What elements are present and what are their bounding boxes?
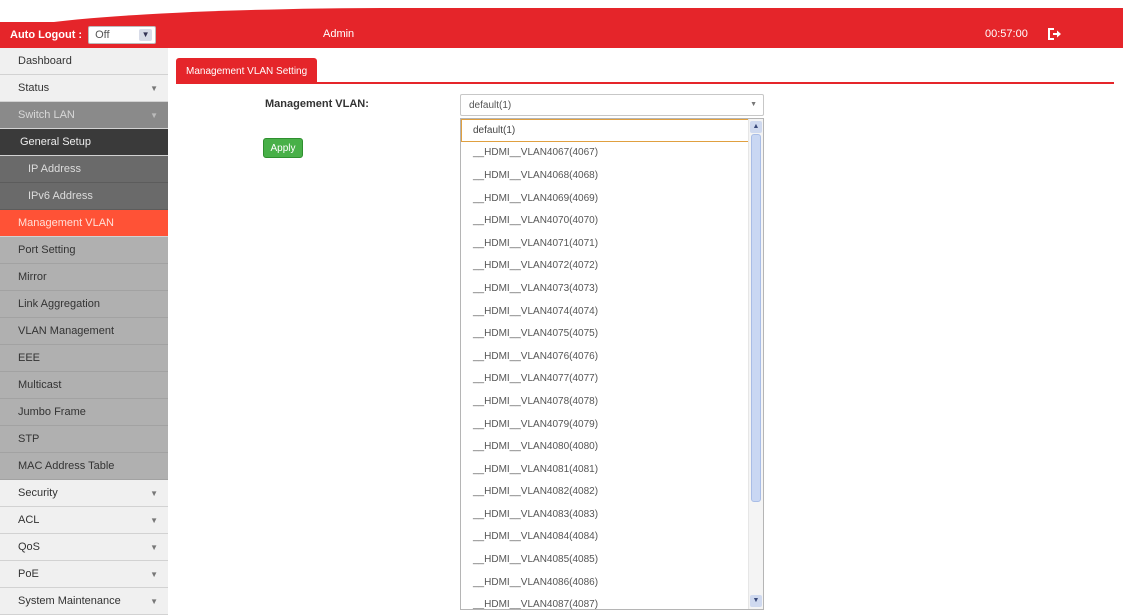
sidebar-item-stp[interactable]: STP bbox=[0, 426, 168, 453]
sidebar-item-dashboard[interactable]: Dashboard bbox=[0, 48, 168, 75]
dropdown-option[interactable]: __HDMI__VLAN4084(4084) bbox=[461, 526, 749, 549]
sidebar-item-link-aggregation[interactable]: Link Aggregation bbox=[0, 291, 168, 318]
auto-logout-label: Auto Logout : bbox=[10, 29, 83, 41]
session-timer: 00:57:00 bbox=[985, 28, 1028, 40]
sidebar-item-acl[interactable]: ACL ▼ bbox=[0, 507, 168, 534]
sidebar-item-vlan-management[interactable]: VLAN Management bbox=[0, 318, 168, 345]
user-name: Admin bbox=[323, 28, 355, 40]
chevron-down-icon: ▼ bbox=[150, 597, 158, 606]
sidebar-item-mirror[interactable]: Mirror bbox=[0, 264, 168, 291]
sidebar-item-jumbo-frame[interactable]: Jumbo Frame bbox=[0, 399, 168, 426]
sidebar-item-ip-address[interactable]: IP Address bbox=[0, 156, 168, 183]
sidebar-item-label: IP Address bbox=[28, 163, 81, 175]
sidebar-item-label: System Maintenance bbox=[18, 595, 121, 607]
header-bar: Auto Logout : Off ▼ Admin 00:57:00 bbox=[0, 8, 1123, 48]
sidebar-item-management-vlan[interactable]: Management VLAN bbox=[0, 210, 168, 237]
dropdown-option[interactable]: __HDMI__VLAN4068(4068) bbox=[461, 164, 749, 187]
dropdown-option[interactable]: __HDMI__VLAN4086(4086) bbox=[461, 571, 749, 594]
sidebar-item-label: EEE bbox=[18, 352, 41, 364]
dropdown-scrollbar[interactable]: ▲ ▼ bbox=[748, 119, 763, 609]
dropdown-option[interactable]: __HDMI__VLAN4076(4076) bbox=[461, 345, 749, 368]
sidebar: Dashboard Status ▼ Switch LAN ▼ General Setup… bbox=[0, 48, 168, 615]
dropdown-options: default(1) __HDMI__VLAN4067(4067) __HDMI__… bbox=[461, 119, 749, 609]
sidebar-item-status[interactable]: Status ▼ bbox=[0, 75, 168, 102]
chevron-down-icon: ▼ bbox=[150, 84, 158, 93]
sidebar-item-label: STP bbox=[18, 433, 40, 445]
dropdown-option[interactable]: __HDMI__VLAN4069(4069) bbox=[461, 187, 749, 210]
management-vlan-dropdown-list: default(1) __HDMI__VLAN4067(4067) __HDMI__… bbox=[460, 118, 764, 610]
sidebar-item-mac-address-table[interactable]: MAC Address Table bbox=[0, 453, 168, 480]
sidebar-item-label: Multicast bbox=[18, 379, 62, 391]
sidebar-item-label: General Setup bbox=[20, 136, 91, 148]
dropdown-option[interactable]: __HDMI__VLAN4067(4067) bbox=[461, 142, 749, 165]
chevron-down-icon: ▼ bbox=[150, 489, 158, 498]
top-bar: Auto Logout : Off ▼ Admin 00:57:00 bbox=[0, 0, 1123, 48]
dropdown-option[interactable]: __HDMI__VLAN4077(4077) bbox=[461, 368, 749, 391]
sidebar-item-security[interactable]: Security ▼ bbox=[0, 480, 168, 507]
sidebar-item-label: MAC Address Table bbox=[18, 460, 115, 472]
dropdown-option[interactable]: __HDMI__VLAN4070(4070) bbox=[461, 209, 749, 232]
management-vlan-selected-value: default(1) bbox=[469, 99, 512, 111]
auto-logout-select[interactable]: Off ▼ bbox=[88, 26, 157, 44]
sidebar-item-qos[interactable]: QoS ▼ bbox=[0, 534, 168, 561]
sidebar-item-label: Switch LAN bbox=[18, 109, 75, 121]
sidebar-item-label: Dashboard bbox=[18, 55, 72, 67]
chevron-down-icon: ▼ bbox=[150, 111, 158, 120]
sidebar-item-switch-lan[interactable]: Switch LAN ▼ bbox=[0, 102, 168, 129]
tab-management-vlan-setting[interactable]: Management VLAN Setting bbox=[176, 58, 318, 84]
scroll-down-icon[interactable]: ▼ bbox=[750, 595, 762, 607]
sidebar-item-label: QoS bbox=[18, 541, 41, 553]
chevron-down-icon: ▼ bbox=[150, 570, 158, 579]
sidebar-item-label: Status bbox=[18, 82, 50, 94]
tab-bar: Management VLAN Setting bbox=[176, 58, 1114, 84]
dropdown-option[interactable]: __HDMI__VLAN4082(4082) bbox=[461, 481, 749, 504]
sidebar-item-label: Management VLAN bbox=[18, 217, 114, 229]
chevron-down-icon: ▼ bbox=[150, 543, 158, 552]
sidebar-item-poe[interactable]: PoE ▼ bbox=[0, 561, 168, 588]
dropdown-option[interactable]: __HDMI__VLAN4074(4074) bbox=[461, 300, 749, 323]
management-vlan-label: Management VLAN: bbox=[265, 98, 369, 110]
dropdown-option[interactable]: __HDMI__VLAN4071(4071) bbox=[461, 232, 749, 255]
dropdown-option[interactable]: __HDMI__VLAN4075(4075) bbox=[461, 322, 749, 345]
chevron-down-icon: ▼ bbox=[139, 29, 153, 41]
sidebar-item-label: ACL bbox=[18, 514, 40, 526]
auto-logout-value: Off bbox=[95, 29, 110, 41]
sidebar-item-label: Mirror bbox=[18, 271, 47, 283]
dropdown-option[interactable]: __HDMI__VLAN4072(4072) bbox=[461, 255, 749, 278]
sidebar-item-port-setting[interactable]: Port Setting bbox=[0, 237, 168, 264]
sidebar-item-ipv6-address[interactable]: IPv6 Address bbox=[0, 183, 168, 210]
sidebar-item-system-maintenance[interactable]: System Maintenance ▼ bbox=[0, 588, 168, 615]
auto-logout: Auto Logout : Off ▼ bbox=[10, 25, 157, 45]
chevron-down-icon: ▼ bbox=[750, 101, 757, 108]
sidebar-item-label: Security bbox=[18, 487, 58, 499]
sidebar-item-label: Jumbo Frame bbox=[18, 406, 86, 418]
sidebar-item-label: Port Setting bbox=[18, 244, 76, 256]
dropdown-option[interactable]: __HDMI__VLAN4087(4087) bbox=[461, 593, 749, 609]
scroll-up-icon[interactable]: ▲ bbox=[750, 121, 762, 133]
management-vlan-select[interactable]: default(1) ▼ bbox=[460, 94, 764, 116]
sidebar-item-label: Link Aggregation bbox=[18, 298, 100, 310]
scrollbar-thumb[interactable] bbox=[751, 134, 761, 502]
dropdown-option[interactable]: __HDMI__VLAN4081(4081) bbox=[461, 458, 749, 481]
dropdown-option[interactable]: __HDMI__VLAN4083(4083) bbox=[461, 503, 749, 526]
sidebar-item-label: PoE bbox=[18, 568, 39, 580]
dropdown-option[interactable]: __HDMI__VLAN4078(4078) bbox=[461, 390, 749, 413]
sidebar-item-general-setup[interactable]: General Setup bbox=[0, 129, 168, 156]
dropdown-option[interactable]: __HDMI__VLAN4085(4085) bbox=[461, 548, 749, 571]
sidebar-item-label: IPv6 Address bbox=[28, 190, 93, 202]
apply-button[interactable]: Apply bbox=[263, 138, 303, 158]
sidebar-item-label: VLAN Management bbox=[18, 325, 114, 337]
logout-icon[interactable] bbox=[1046, 27, 1062, 41]
dropdown-option[interactable]: __HDMI__VLAN4073(4073) bbox=[461, 277, 749, 300]
sidebar-item-multicast[interactable]: Multicast bbox=[0, 372, 168, 399]
sidebar-item-eee[interactable]: EEE bbox=[0, 345, 168, 372]
dropdown-option[interactable]: default(1) bbox=[461, 119, 749, 142]
dropdown-option[interactable]: __HDMI__VLAN4080(4080) bbox=[461, 435, 749, 458]
dropdown-option[interactable]: __HDMI__VLAN4079(4079) bbox=[461, 413, 749, 436]
chevron-down-icon: ▼ bbox=[150, 516, 158, 525]
